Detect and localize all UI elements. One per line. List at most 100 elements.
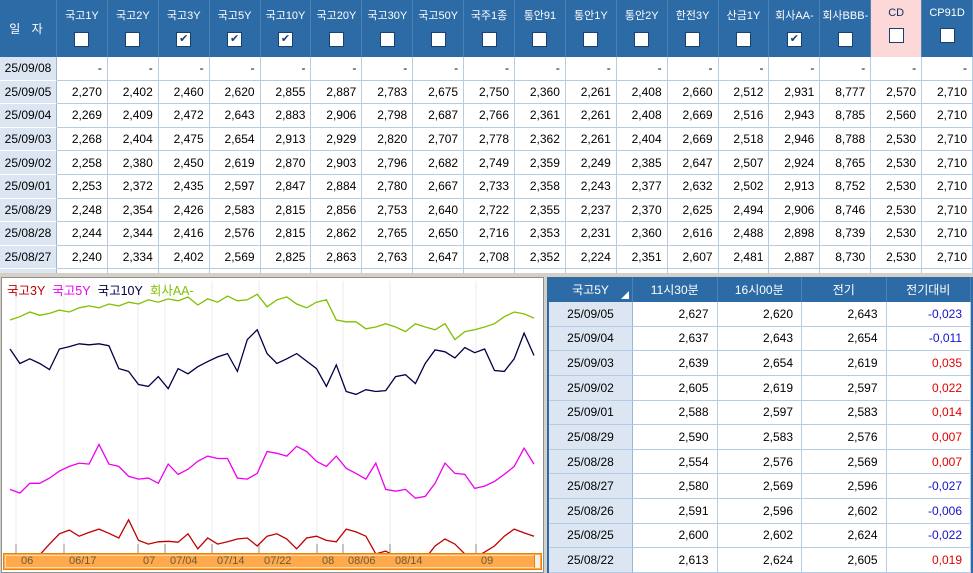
column-header[interactable]: CD (871, 0, 923, 57)
rate-cell: - (769, 57, 821, 81)
column-checkbox[interactable] (328, 32, 344, 47)
column-header-label: 국고3Y (166, 10, 201, 22)
rate-cell: 2,625 (667, 198, 719, 223)
column-header-label: 회사BBB- (822, 10, 869, 22)
column-checkbox[interactable] (583, 32, 599, 47)
rate-cell: 8,739 (820, 222, 872, 246)
rate-cell: 2,847 (260, 174, 312, 199)
legend-item: 국고3Y (7, 284, 46, 298)
quote-date-cell: 25/08/28 (549, 449, 633, 475)
rate-cell (616, 269, 668, 273)
quote-1130-cell: 2,637 (633, 326, 718, 352)
quote-date-cell: 25/09/05 (549, 302, 633, 327)
rate-cell: 2,516 (718, 104, 770, 128)
quote-date-cell: 25/08/22 (549, 548, 633, 573)
quote-delta-cell: -0,023 (886, 302, 971, 327)
rate-cell: 2,906 (769, 198, 821, 223)
column-header[interactable]: 산금1Y (718, 0, 770, 57)
rate-cell: 2,619 (209, 151, 261, 175)
column-header[interactable]: 국고10Y ✔ (260, 0, 312, 57)
rate-cell: - (260, 57, 312, 81)
x-axis-label: 07/22 (264, 555, 292, 567)
rate-cell: 2,408 (616, 80, 668, 105)
column-header[interactable]: CP91D (922, 0, 973, 57)
column-checkbox-checked[interactable]: ✔ (277, 32, 293, 47)
column-header[interactable]: 통안1Y (565, 0, 617, 57)
column-checkbox[interactable] (939, 28, 955, 43)
rate-cell: 2,855 (260, 80, 312, 105)
date-column-header: 일 자 (0, 0, 57, 57)
rate-cell: 2,355 (515, 198, 566, 223)
rate-cell: 2,660 (667, 80, 719, 105)
column-header[interactable]: 국고3Y ✔ (158, 0, 210, 57)
column-header[interactable]: 국고2Y (107, 0, 159, 57)
column-header[interactable]: 통안2Y (616, 0, 668, 57)
column-header[interactable]: 한전3Y (667, 0, 719, 57)
quote-prev-cell: 2,624 (802, 523, 887, 549)
rate-cell: 2,667 (413, 174, 465, 199)
column-checkbox-checked[interactable]: ✔ (227, 32, 243, 47)
quote-1130-cell: 2,639 (633, 351, 718, 376)
rate-cell: 2,569 (209, 245, 261, 270)
column-header[interactable]: 국고1Y (57, 0, 108, 57)
column-checkbox[interactable] (481, 32, 497, 47)
rate-cell: 8,777 (820, 80, 872, 105)
quote-date-cell: 25/08/26 (549, 499, 633, 524)
column-header[interactable]: 국고50Y (413, 0, 465, 57)
column-checkbox[interactable] (74, 32, 90, 47)
rate-cell (871, 269, 923, 273)
column-checkbox[interactable] (888, 28, 904, 43)
column-header-label: 통안91 (523, 10, 557, 22)
rate-cell: 2,906 (311, 104, 363, 128)
rate-cell: 2,377 (616, 174, 668, 199)
rate-cell: 2,716 (464, 222, 515, 246)
rate-cell: 2,435 (158, 174, 210, 199)
rate-cell: - (311, 57, 363, 81)
column-header-label: 통안1Y (573, 10, 608, 22)
quote-1130-cell: 2,588 (633, 400, 718, 426)
column-header[interactable]: 회사AA- ✔ (769, 0, 821, 57)
quote-prev-cell: 2,583 (802, 400, 887, 426)
rate-cell: 2,943 (769, 104, 821, 128)
chart-panel: 국고3Y 국고5Y 국고10Y 회사AA- 06 06/17 07 07/04 07/14 07… (1, 277, 544, 573)
column-checkbox[interactable] (634, 32, 650, 47)
quote-date-cell: 25/08/25 (549, 523, 633, 549)
rate-cell: 2,903 (311, 151, 363, 175)
rate-cell: 2,733 (464, 174, 515, 199)
column-header[interactable]: 국고20Y (311, 0, 363, 57)
column-header[interactable]: 통안91 (515, 0, 566, 57)
rate-cell: 2,530 (871, 222, 923, 246)
rate-cell (311, 269, 363, 273)
rate-cell: 2,360 (616, 222, 668, 246)
column-checkbox[interactable] (685, 32, 701, 47)
rate-cell (260, 269, 312, 273)
rate-cell: 2,502 (718, 174, 770, 199)
column-header[interactable]: 국주1종 (464, 0, 515, 57)
column-checkbox-checked[interactable]: ✔ (176, 32, 192, 47)
x-axis-label: 06/17 (69, 555, 97, 567)
quote-date-cell: 25/08/27 (549, 474, 633, 499)
column-checkbox[interactable] (430, 32, 446, 47)
column-checkbox[interactable] (532, 32, 548, 47)
column-checkbox[interactable] (837, 32, 853, 47)
rate-cell (922, 269, 973, 273)
rate-cell: 2,815 (260, 198, 312, 223)
column-checkbox[interactable] (735, 32, 751, 47)
column-header[interactable]: 회사BBB- (820, 0, 872, 57)
column-checkbox-checked[interactable]: ✔ (786, 32, 802, 47)
rate-cell: 2,643 (209, 104, 261, 128)
quote-1600-cell: 2,597 (717, 400, 802, 426)
rate-cell: - (107, 57, 159, 81)
column-checkbox[interactable] (125, 32, 141, 47)
rate-cell (107, 269, 159, 273)
rate-cell: 2,675 (413, 80, 465, 105)
legend-item: 국고10Y (97, 284, 143, 298)
column-header[interactable]: 국고5Y ✔ (209, 0, 261, 57)
column-checkbox[interactable] (379, 32, 395, 47)
chart-scrollbar[interactable]: 06 06/17 07 07/04 07/14 07/22 08 08/06 08/14 09 (3, 553, 542, 570)
chart-scrollbar-thumb[interactable] (534, 555, 540, 568)
quote-1600-cell: 2,576 (717, 449, 802, 475)
series-selector-header[interactable]: 국고5Y (549, 277, 633, 302)
column-header[interactable]: 국고30Y (362, 0, 414, 57)
rate-cell: 2,240 (57, 245, 108, 270)
